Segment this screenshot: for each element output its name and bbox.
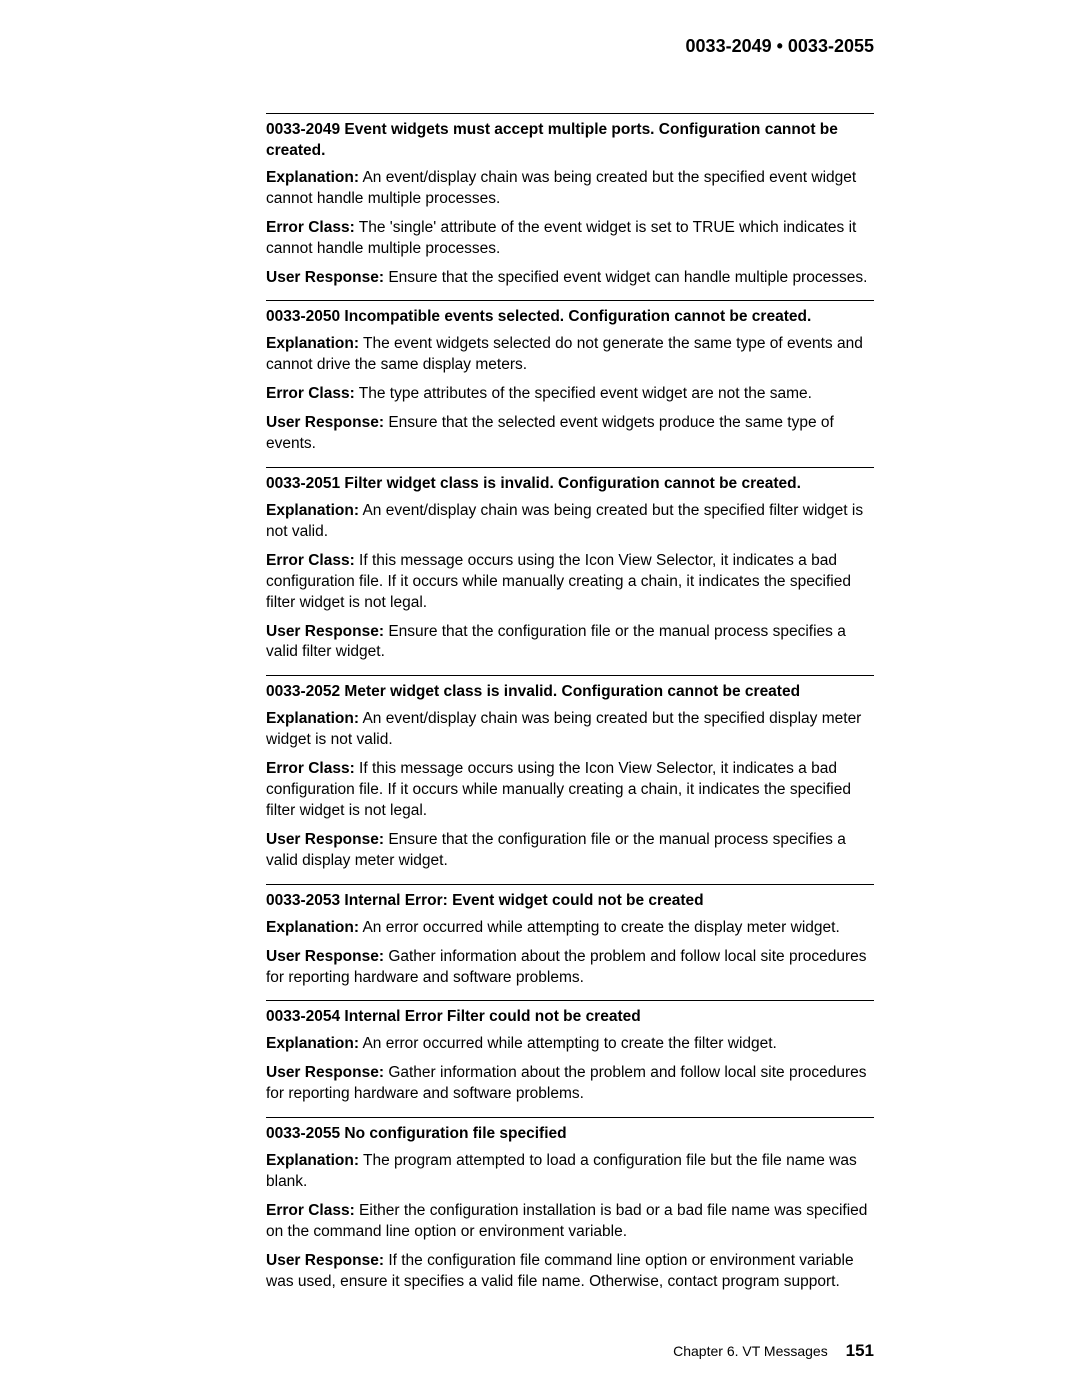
user-response-label: User Response: [266,414,384,431]
explanation-label: Explanation: [266,710,359,727]
entry-title: 0033-2051 Filter widget class is invalid… [266,474,874,495]
error-class-text: The type attributes of the specified eve… [359,385,812,402]
page: 0033-2049 • 0033-2055 0033-2049 Event wi… [0,0,1080,1397]
entry-explanation: Explanation: An event/display chain was … [266,709,874,751]
explanation-text: An error occurred while attempting to cr… [362,919,839,936]
entry-error-class: Error Class: If this message occurs usin… [266,551,874,614]
entry-explanation: Explanation: An event/display chain was … [266,168,874,210]
message-entry: 0033-2050 Incompatible events selected. … [266,300,874,455]
user-response-label: User Response: [266,948,384,965]
footer-page-number: 151 [846,1341,874,1360]
entry-error-class: Error Class: If this message occurs usin… [266,759,874,822]
entry-user-response: User Response: Ensure that the configura… [266,830,874,872]
entry-title: 0033-2054 Internal Error Filter could no… [266,1007,874,1028]
user-response-label: User Response: [266,269,384,286]
explanation-label: Explanation: [266,169,359,186]
error-class-label: Error Class: [266,385,355,402]
explanation-text: An error occurred while attempting to cr… [362,1035,776,1052]
entry-explanation: Explanation: An event/display chain was … [266,501,874,543]
explanation-label: Explanation: [266,502,359,519]
entry-error-class: Error Class: The type attributes of the … [266,384,874,405]
entry-user-response: User Response: Gather information about … [266,947,874,989]
explanation-label: Explanation: [266,1152,359,1169]
error-class-label: Error Class: [266,760,355,777]
entry-user-response: User Response: If the configuration file… [266,1251,874,1293]
entry-user-response: User Response: Ensure that the specified… [266,268,874,289]
entry-user-response: User Response: Gather information about … [266,1063,874,1105]
explanation-label: Explanation: [266,1035,359,1052]
explanation-label: Explanation: [266,335,359,352]
message-entry: 0033-2049 Event widgets must accept mult… [266,113,874,288]
entry-explanation: Explanation: An error occurred while att… [266,918,874,939]
error-class-label: Error Class: [266,219,355,236]
message-entry: 0033-2054 Internal Error Filter could no… [266,1000,874,1105]
entry-error-class: Error Class: The 'single' attribute of t… [266,218,874,260]
entry-title: 0033-2052 Meter widget class is invalid.… [266,682,874,703]
user-response-text: Ensure that the specified event widget c… [388,269,867,286]
message-entry: 0033-2053 Internal Error: Event widget c… [266,884,874,989]
user-response-label: User Response: [266,623,384,640]
entry-title: 0033-2053 Internal Error: Event widget c… [266,891,874,912]
explanation-label: Explanation: [266,919,359,936]
user-response-label: User Response: [266,1064,384,1081]
entry-title: 0033-2049 Event widgets must accept mult… [266,120,874,162]
footer-chapter: Chapter 6. VT Messages [673,1343,828,1359]
error-class-label: Error Class: [266,552,355,569]
user-response-label: User Response: [266,1252,384,1269]
entry-user-response: User Response: Ensure that the selected … [266,413,874,455]
page-header: 0033-2049 • 0033-2055 [266,36,874,57]
error-class-text: Either the configuration installation is… [266,1202,867,1240]
page-footer: Chapter 6. VT Messages 151 [673,1341,874,1361]
entry-error-class: Error Class: Either the configuration in… [266,1201,874,1243]
error-class-label: Error Class: [266,1202,355,1219]
message-entry: 0033-2052 Meter widget class is invalid.… [266,675,874,871]
entry-explanation: Explanation: The event widgets selected … [266,334,874,376]
entry-user-response: User Response: Ensure that the configura… [266,622,874,664]
entries-container: 0033-2049 Event widgets must accept mult… [266,113,874,1293]
entry-title: 0033-2050 Incompatible events selected. … [266,307,874,328]
entry-explanation: Explanation: The program attempted to lo… [266,1151,874,1193]
user-response-label: User Response: [266,831,384,848]
message-entry: 0033-2055 No configuration file specifie… [266,1117,874,1292]
error-class-text: The 'single' attribute of the event widg… [266,219,856,257]
entry-title: 0033-2055 No configuration file specifie… [266,1124,874,1145]
message-entry: 0033-2051 Filter widget class is invalid… [266,467,874,663]
entry-explanation: Explanation: An error occurred while att… [266,1034,874,1055]
